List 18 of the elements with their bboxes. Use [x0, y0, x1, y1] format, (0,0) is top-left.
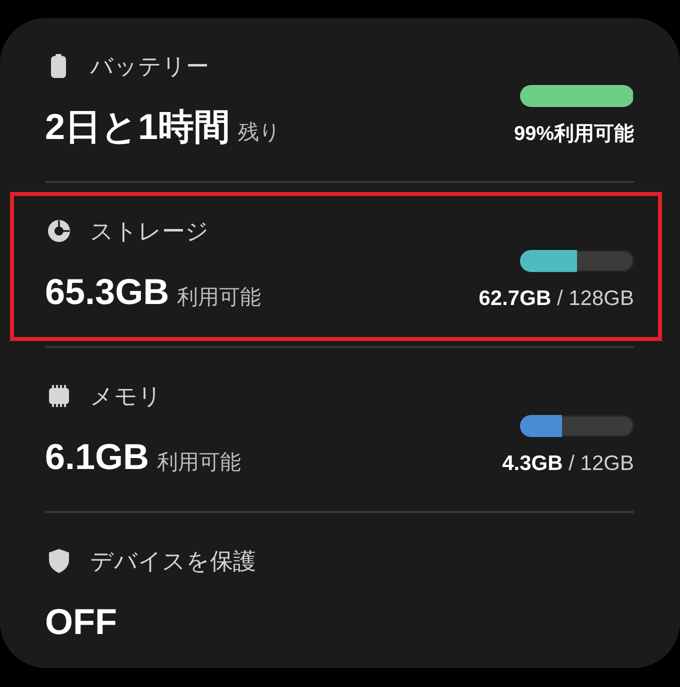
battery-icon [51, 54, 66, 78]
section-title: ストレージ [90, 217, 209, 246]
section-title: メモリ [90, 382, 162, 411]
usage-reading: 62.7GB / 128GB [478, 287, 634, 311]
section-title: デバイスを保護 [90, 547, 256, 576]
value-caption: 利用可能 [157, 450, 242, 476]
main-value: 6.1GB [45, 437, 150, 477]
value-caption: 残り [238, 120, 282, 146]
main-value: 2日と1時間 [45, 107, 230, 147]
usage-reading: 99%利用可能 [514, 122, 634, 146]
chip-icon [48, 385, 70, 407]
shield-icon [48, 549, 68, 573]
value-caption: 利用可能 [177, 285, 262, 311]
main-value: OFF [45, 602, 117, 642]
main-value: 65.3GB [45, 272, 170, 312]
usage-reading: 4.3GB / 12GB [502, 452, 634, 476]
section-title: バッテリー [90, 52, 209, 81]
donut-chart-icon [48, 220, 70, 242]
